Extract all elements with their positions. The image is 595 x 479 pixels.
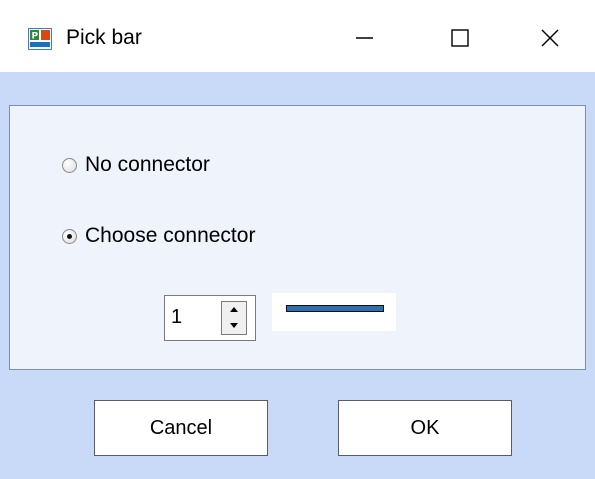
choose-connector-radio[interactable] [62, 228, 77, 244]
stepper-value[interactable]: 1 [171, 306, 182, 329]
connector-line-swatch[interactable] [272, 293, 396, 331]
window-title: Pick bar [66, 26, 142, 49]
app-chart-icon: P [28, 28, 52, 50]
no-connector-label[interactable]: No connector [85, 153, 210, 177]
stepper-down-button[interactable] [222, 318, 246, 334]
stepper-buttons [221, 301, 247, 335]
connector-number-stepper[interactable]: 1 [164, 295, 256, 341]
connector-line-preview [286, 305, 384, 312]
svg-text:P: P [32, 32, 39, 42]
maximize-icon [451, 29, 469, 47]
dialog-client-area: No connector Choose connector 1 Cancel O… [0, 72, 595, 479]
no-connector-radio[interactable] [62, 157, 77, 173]
stepper-up-button[interactable] [222, 302, 246, 319]
cancel-button[interactable]: Cancel [94, 400, 268, 456]
arrow-up-icon [230, 307, 238, 312]
minimize-button[interactable] [328, 14, 398, 60]
choose-connector-option[interactable]: Choose connector [62, 224, 255, 248]
ok-button[interactable]: OK [338, 400, 512, 456]
close-button[interactable] [514, 14, 584, 60]
minimize-icon [356, 37, 373, 39]
close-icon [541, 29, 559, 47]
choose-connector-label[interactable]: Choose connector [85, 224, 255, 248]
maximize-button[interactable] [424, 14, 494, 60]
no-connector-option[interactable]: No connector [62, 153, 210, 177]
title-bar: P Pick bar [0, 0, 595, 72]
connector-options-panel: No connector Choose connector 1 [9, 105, 586, 370]
arrow-down-icon [230, 323, 238, 328]
